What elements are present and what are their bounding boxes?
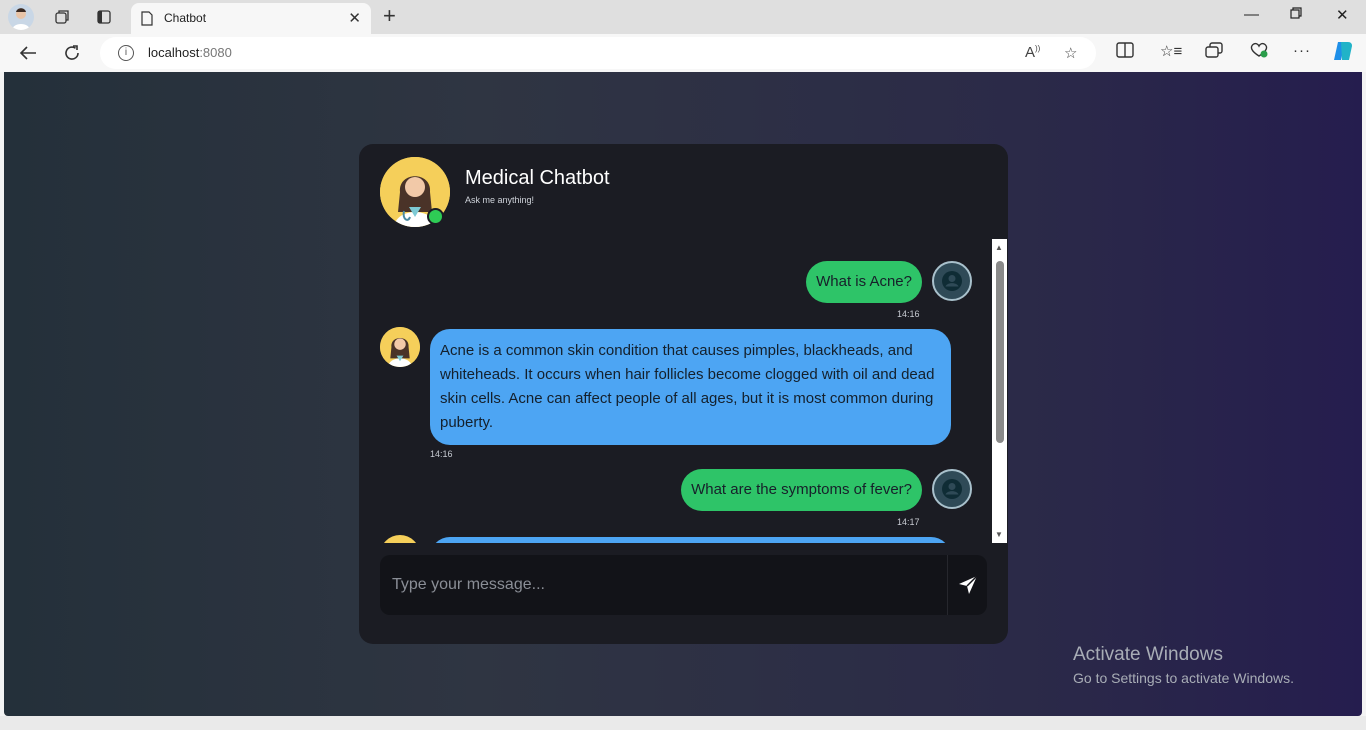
refresh-icon[interactable] — [60, 41, 84, 65]
url-field[interactable]: i localhost:8080 A)) ☆ — [100, 37, 1096, 69]
close-window-icon[interactable]: ✕ — [1336, 6, 1349, 24]
chat-title: Medical Chatbot — [465, 167, 610, 189]
url-host: localhost — [148, 45, 200, 60]
watermark-title: Activate Windows — [1073, 644, 1223, 665]
doctor-avatar-icon — [380, 327, 420, 367]
browser-essentials-icon[interactable] — [1249, 42, 1269, 62]
chat-subtitle: Ask me anything! — [465, 195, 535, 205]
address-bar: i localhost:8080 A)) ☆ ☆≡ ··· — [0, 34, 1366, 72]
tab-chatbot[interactable]: Chatbot ✕ — [131, 3, 371, 34]
message-list[interactable]: What is Acne? 14:16 Acne is a common ski… — [359, 239, 992, 543]
scroll-down-icon[interactable]: ▼ — [995, 530, 1003, 539]
profile-avatar[interactable] — [8, 4, 34, 30]
url-port: :8080 — [199, 45, 232, 60]
user-message: What are the symptoms of fever? — [681, 469, 922, 511]
chat-window: Medical Chatbot Ask me anything! What is… — [359, 144, 1008, 644]
message-scrollbar[interactable]: ▲ ▼ — [992, 239, 1007, 543]
send-icon — [959, 575, 978, 594]
favorites-icon[interactable]: ☆≡ — [1160, 42, 1182, 60]
message-time: 14:16 — [897, 309, 920, 319]
workspaces-icon[interactable] — [50, 5, 74, 29]
bot-message-partial — [430, 537, 951, 543]
message-time: 14:17 — [897, 517, 920, 527]
scroll-up-icon[interactable]: ▲ — [995, 243, 1003, 252]
taskbar-edge — [0, 716, 1366, 730]
minimize-icon[interactable]: — — [1244, 6, 1259, 23]
new-tab-button[interactable]: + — [383, 4, 396, 28]
copilot-icon[interactable] — [1332, 40, 1354, 66]
online-status-dot — [427, 208, 444, 225]
tab-title: Chatbot — [164, 11, 207, 25]
tab-actions-icon[interactable] — [92, 5, 116, 29]
user-avatar-icon — [932, 469, 972, 509]
watermark-subtitle: Go to Settings to activate Windows. — [1073, 670, 1294, 686]
scroll-thumb[interactable] — [996, 261, 1004, 443]
site-info-icon[interactable]: i — [118, 45, 134, 61]
collections-icon[interactable] — [1205, 42, 1223, 62]
message-time: 14:16 — [430, 449, 453, 459]
message-input[interactable] — [380, 555, 946, 615]
send-button[interactable] — [947, 555, 988, 615]
restore-icon[interactable] — [1290, 6, 1302, 23]
message-composer — [380, 555, 987, 615]
user-message: What is Acne? — [806, 261, 922, 303]
page-viewport: Medical Chatbot Ask me anything! What is… — [4, 72, 1362, 716]
close-tab-icon[interactable]: ✕ — [348, 9, 361, 27]
bot-message: Acne is a common skin condition that cau… — [430, 329, 951, 445]
page-icon — [141, 11, 153, 31]
windows-activation-watermark: Activate Windows Go to Settings to activ… — [1073, 644, 1294, 686]
tab-strip: Chatbot ✕ + — ✕ — [0, 0, 1366, 34]
more-options-icon[interactable]: ··· — [1293, 42, 1311, 59]
split-screen-icon[interactable] — [1116, 42, 1134, 62]
favorite-star-icon[interactable]: ☆ — [1064, 44, 1077, 62]
user-avatar-icon — [932, 261, 972, 301]
back-icon[interactable] — [16, 41, 40, 65]
read-aloud-icon[interactable]: A)) — [1025, 44, 1040, 61]
doctor-avatar-icon — [380, 535, 420, 543]
